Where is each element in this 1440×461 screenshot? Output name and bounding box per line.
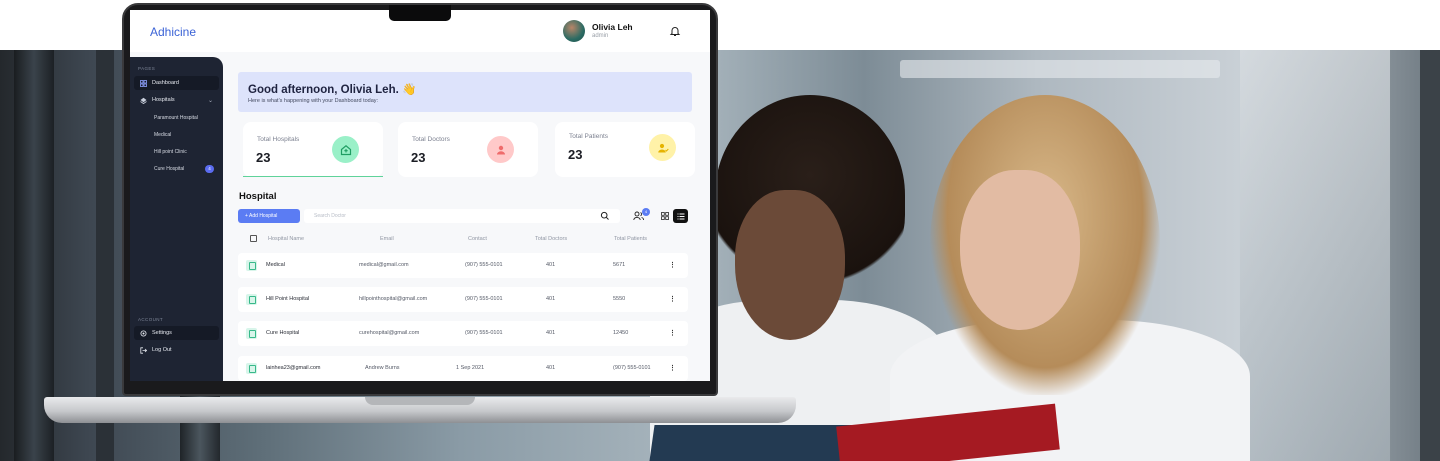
search-placeholder: Search Doctor (314, 213, 346, 219)
list-view-icon (677, 213, 684, 219)
cell-doctors: 401 (546, 262, 556, 268)
photo-pillar (1420, 50, 1440, 461)
avatar[interactable] (563, 20, 585, 42)
greeting-title: Good afternoon, Olivia Leh. 👋 (248, 84, 417, 96)
more-options-icon[interactable]: ⋮ (669, 261, 676, 269)
add-hospital-button[interactable]: + Add Hospital (238, 209, 300, 223)
cell-patients: 5671 (613, 262, 626, 268)
chevron-down-icon[interactable]: ⌄ (208, 97, 213, 104)
photo-ceiling-light (900, 60, 1220, 78)
section-title: Hospital (239, 191, 277, 202)
stat-card-doctors[interactable]: Total Doctors 23 (398, 122, 538, 177)
clipboard-icon (246, 260, 257, 271)
brand-logo[interactable]: Adhicine (150, 25, 196, 39)
cell-patients: (907) 555-0101 (613, 365, 651, 371)
cell-doctors: 401 (546, 365, 556, 371)
stat-card-patients[interactable]: Total Patients 23 (555, 122, 695, 177)
more-options-icon[interactable]: ⋮ (669, 329, 676, 337)
cell-patients: 12450 (613, 330, 629, 336)
column-header[interactable]: Total Patients (614, 236, 647, 242)
cell-doctors: 401 (546, 330, 556, 336)
column-header[interactable]: Hospital Name (268, 236, 304, 242)
sidebar-item-dashboard[interactable]: Dashboard (134, 76, 219, 90)
list-view-button[interactable] (673, 209, 688, 223)
hospital-icon (140, 97, 147, 104)
table-row[interactable]: Hill Point Hospital hillpointhospital@gm… (238, 287, 688, 312)
cell-name: Hill Point Hospital (266, 296, 310, 302)
clipboard-icon (246, 328, 257, 339)
stat-value: 23 (411, 150, 426, 165)
sidebar-item-logout[interactable]: Log Out (134, 343, 219, 357)
search-input[interactable]: Search Doctor (304, 209, 620, 223)
user-name: Olivia Leh (592, 22, 633, 32)
stat-value: 23 (256, 150, 271, 165)
doctor-right-face (960, 170, 1080, 330)
stat-value: 23 (568, 147, 583, 162)
column-header[interactable]: Email (380, 236, 394, 242)
cell-patients: 5550 (613, 296, 626, 302)
select-all-checkbox[interactable] (250, 235, 257, 242)
stat-card-hospitals[interactable]: Total Hospitals 23 (243, 122, 383, 177)
cell-email: curehospital@gmail.com (359, 330, 420, 336)
more-options-icon[interactable]: ⋮ (669, 295, 676, 303)
user-role: admin (592, 33, 609, 39)
more-options-icon[interactable]: ⋮ (669, 364, 676, 372)
cell-name: lainhea23@gmail.com (266, 365, 321, 371)
doctor-left-face (735, 190, 845, 340)
gear-icon (140, 330, 147, 336)
clipboard-icon (246, 363, 257, 374)
column-header[interactable]: Total Doctors (535, 236, 567, 242)
doctor-icon (487, 136, 514, 163)
sidebar-subitem-cure[interactable]: Cure Hospital (154, 166, 184, 172)
cell-doctors: 401 (546, 296, 556, 302)
logout-icon (140, 346, 147, 354)
users-badge: 4 (642, 208, 650, 216)
sidebar-item-label: Settings (152, 330, 172, 336)
cell-name: Medical (266, 262, 285, 268)
sidebar-subitem-hillpoint[interactable]: Hill point Clinic (154, 149, 187, 155)
laptop-screen: Adhicine Olivia Leh admin PAGES Dashboar… (130, 10, 710, 381)
sidebar: PAGES Dashboard Hospitals ⌄ Paramount Ho… (130, 57, 223, 381)
sidebar-subitem-medical[interactable]: Medical (154, 132, 171, 138)
sidebar-item-label: Hospitals (152, 97, 175, 103)
clipboard-icon (246, 294, 257, 305)
stat-label: Total Doctors (412, 136, 450, 143)
grid-view-icon[interactable] (661, 212, 669, 220)
cell-email: medical@gmail.com (359, 262, 409, 268)
search-icon[interactable] (600, 211, 610, 221)
cell-contact: (907) 555-0101 (465, 296, 503, 302)
sidebar-section-pages: PAGES (138, 66, 156, 71)
stat-label: Total Patients (569, 133, 609, 140)
cell-contact: 1 Sep 2021 (456, 365, 485, 371)
sidebar-item-hospitals[interactable]: Hospitals (134, 93, 219, 107)
dashboard-icon (140, 79, 147, 87)
clipboard-blue (649, 425, 855, 461)
greeting-subtitle: Here is what's happening with your Dashb… (248, 98, 379, 104)
greeting-banner: Good afternoon, Olivia Leh. 👋 Here is wh… (238, 72, 692, 112)
sidebar-item-label: Dashboard (152, 80, 179, 86)
stat-label: Total Hospitals (257, 136, 300, 143)
cell-contact: (907) 555-0101 (465, 330, 503, 336)
cell-contact: (907) 555-0101 (465, 262, 503, 268)
sidebar-subitem-paramount[interactable]: Paramount Hospital (154, 115, 198, 121)
hospital-building-icon (332, 136, 359, 163)
table-row[interactable]: lainhea23@gmail.com Andrew Burns 1 Sep 2… (238, 356, 688, 381)
cell-email: hillpointhospital@gmail.com (359, 296, 428, 302)
bell-icon[interactable] (669, 25, 681, 37)
table-row[interactable]: Medical medical@gmail.com (907) 555-0101… (238, 253, 688, 278)
sidebar-section-account: ACCOUNT (138, 317, 164, 322)
sidebar-item-label: Log Out (152, 347, 172, 353)
cell-email: Andrew Burns (365, 365, 400, 371)
laptop-base-notch (365, 397, 475, 405)
laptop-camera-notch (389, 5, 451, 21)
photo-window (1240, 50, 1390, 461)
count-badge: 4 (205, 165, 214, 173)
sidebar-item-settings[interactable]: Settings (134, 326, 219, 340)
patient-icon (649, 134, 676, 161)
column-header[interactable]: Contact (468, 236, 487, 242)
active-underline (243, 175, 383, 177)
marketing-banner: Adhicine Olivia Leh admin PAGES Dashboar… (0, 0, 1440, 461)
cell-name: Cure Hospital (266, 330, 300, 336)
table-row[interactable]: Cure Hospital curehospital@gmail.com (90… (238, 321, 688, 346)
